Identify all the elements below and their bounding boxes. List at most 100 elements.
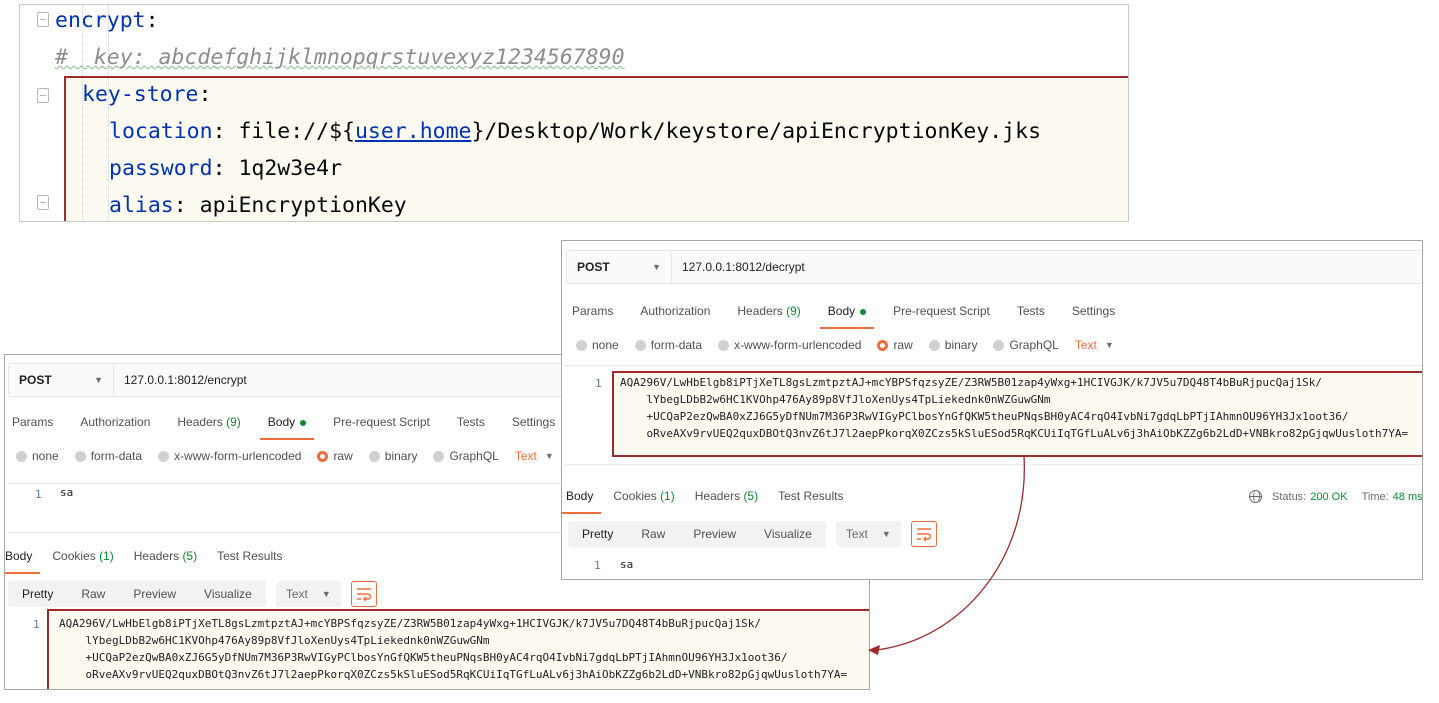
- url-input[interactable]: 127.0.0.1:8012/encrypt: [124, 364, 247, 396]
- fold-icon[interactable]: [37, 12, 49, 27]
- radio-none[interactable]: none: [576, 338, 619, 352]
- fold-icon[interactable]: [37, 88, 49, 103]
- view-mode-toggle: Pretty Raw Preview Visualize: [568, 521, 826, 547]
- response-line-1: AQA296V/LwHbElgb8iPTjXeTL8gsLzmtpztAJ+mc…: [59, 617, 761, 630]
- response-line-4: oRveAXv9rvUEQ2quxDBOtQ3nvZ6tJ7l2aepPkorq…: [59, 668, 848, 681]
- globe-icon[interactable]: [1249, 490, 1262, 503]
- view-pretty[interactable]: Pretty: [568, 521, 627, 547]
- radio-graphql[interactable]: GraphQL: [433, 449, 499, 463]
- tab-prerequest[interactable]: Pre-request Script: [893, 297, 990, 325]
- tab-prerequest[interactable]: Pre-request Script: [333, 408, 430, 436]
- tab-tests[interactable]: Tests: [457, 408, 485, 436]
- view-visualize[interactable]: Visualize: [190, 581, 266, 607]
- yaml-line-4: location: file://${user.home}/Desktop/Wo…: [109, 119, 1042, 144]
- view-raw[interactable]: Raw: [67, 581, 119, 607]
- view-visualize[interactable]: Visualize: [750, 521, 826, 547]
- wrap-lines-icon[interactable]: [350, 581, 377, 607]
- response-format-select[interactable]: Text ▼: [835, 521, 901, 547]
- fold-icon[interactable]: [37, 195, 49, 210]
- radio-raw[interactable]: raw: [317, 449, 353, 463]
- tab-params[interactable]: Params: [572, 297, 613, 325]
- body-format-select[interactable]: Text ▼: [1075, 338, 1114, 352]
- chevron-down-icon: ▼: [652, 262, 661, 272]
- radio-raw[interactable]: raw: [877, 338, 913, 352]
- line-number: 1: [594, 559, 601, 572]
- yaml-line-1: encrypt:: [55, 8, 159, 33]
- chevron-down-icon: ▼: [1104, 340, 1114, 350]
- resp-tab-headers[interactable]: Headers (5): [695, 482, 758, 510]
- request-body-text: sa: [60, 486, 74, 499]
- postman-decrypt-panel: POST ▼ 127.0.0.1:8012/decrypt Params Auth…: [561, 240, 1423, 580]
- yaml-editor[interactable]: encrypt: # key: abcdefghijklmnopqrstuvex…: [19, 4, 1129, 222]
- tab-headers[interactable]: Headers (9): [177, 408, 240, 436]
- resp-tab-test-results[interactable]: Test Results: [217, 542, 282, 570]
- method-select[interactable]: POST ▼: [9, 364, 114, 396]
- line-number: 1: [35, 488, 42, 501]
- tab-body[interactable]: Body: [819, 297, 875, 329]
- radio-graphql[interactable]: GraphQL: [993, 338, 1059, 352]
- chevron-down-icon: ▼: [881, 529, 891, 539]
- line-number: 1: [595, 377, 602, 390]
- status-value[interactable]: 200 OK: [1310, 491, 1347, 503]
- method-select[interactable]: POST ▼: [567, 251, 672, 283]
- radio-binary[interactable]: binary: [368, 449, 417, 463]
- yaml-line-6: alias: apiEncryptionKey: [109, 193, 407, 218]
- tab-headers[interactable]: Headers (9): [737, 297, 800, 325]
- response-body-text: sa: [620, 558, 634, 571]
- request-tabs: Params Authorization Headers (9) Body Pr…: [572, 297, 1142, 329]
- user-home-variable: user.home: [354, 119, 472, 144]
- tab-body[interactable]: Body: [259, 408, 315, 440]
- radio-form-data[interactable]: form-data: [74, 449, 142, 463]
- view-preview[interactable]: Preview: [679, 521, 750, 547]
- tab-authorization[interactable]: Authorization: [80, 408, 150, 436]
- chevron-down-icon: ▼: [544, 451, 554, 461]
- request-line-2: lYbegLDbB2w6HC1KVOhp476Ay89p8VfJloXenUys…: [620, 393, 1051, 406]
- tab-tests[interactable]: Tests: [1017, 297, 1045, 325]
- resp-tab-body[interactable]: Body: [5, 542, 41, 574]
- resp-tab-body[interactable]: Body: [562, 482, 602, 514]
- body-indicator-dot: [300, 419, 307, 426]
- chevron-down-icon: ▼: [321, 589, 331, 599]
- line-number: 1: [33, 618, 40, 631]
- radio-form-data[interactable]: form-data: [634, 338, 702, 352]
- request-tabs: Params Authorization Headers (9) Body Pr…: [12, 408, 582, 440]
- resp-tab-cookies[interactable]: Cookies (1): [613, 482, 674, 510]
- radio-urlencoded[interactable]: x-www-form-urlencoded: [718, 338, 861, 352]
- radio-binary[interactable]: binary: [928, 338, 977, 352]
- yaml-comment: # key: abcdefghijklmnopqrstuvexyz1234567…: [55, 45, 625, 70]
- response-tabs: Body Cookies (1) Headers (5) Test Result…: [562, 482, 863, 514]
- response-line-3: +UCQaP2ezQwBA0xZJ6G5yDfNUm7M36P3RwVIGyPC…: [59, 651, 788, 664]
- response-view-bar: Pretty Raw Preview Visualize Text ▼: [568, 521, 937, 547]
- resp-tab-headers[interactable]: Headers (5): [134, 542, 197, 570]
- tab-settings[interactable]: Settings: [1072, 297, 1115, 325]
- radio-urlencoded[interactable]: x-www-form-urlencoded: [158, 449, 301, 463]
- response-format-select[interactable]: Text ▼: [275, 581, 341, 607]
- tab-params[interactable]: Params: [12, 408, 53, 436]
- response-line-2: lYbegLDbB2w6HC1KVOhp476Ay89p8VfJloXenUys…: [59, 634, 490, 647]
- response-status: Status: 200 OK Time: 48 ms: [1249, 490, 1422, 503]
- resp-tab-test-results[interactable]: Test Results: [778, 482, 843, 510]
- view-preview[interactable]: Preview: [119, 581, 190, 607]
- response-tabs: Body Cookies (1) Headers (5) Test Result…: [5, 542, 302, 574]
- chevron-down-icon: ▼: [94, 375, 103, 385]
- body-type-radios: none form-data x-www-form-urlencoded raw…: [16, 448, 554, 464]
- view-pretty[interactable]: Pretty: [8, 581, 67, 607]
- url-input[interactable]: 127.0.0.1:8012/decrypt: [682, 251, 805, 283]
- request-line-4: oRveAXv9rvUEQ2quxDBOtQ3nvZ6tJ7l2aepPkorq…: [620, 427, 1409, 440]
- url-bar: POST ▼ 127.0.0.1:8012/decrypt: [566, 250, 1422, 284]
- editor-gutter: [20, 5, 54, 221]
- yaml-line-3: key-store:: [82, 82, 212, 107]
- resp-tab-cookies[interactable]: Cookies (1): [52, 542, 113, 570]
- tab-authorization[interactable]: Authorization: [640, 297, 710, 325]
- yaml-line-5: password: 1q2w3e4r: [109, 156, 343, 181]
- time-value[interactable]: 48 ms: [1393, 491, 1422, 503]
- radio-none[interactable]: none: [16, 449, 59, 463]
- view-mode-toggle: Pretty Raw Preview Visualize: [8, 581, 266, 607]
- view-raw[interactable]: Raw: [627, 521, 679, 547]
- tab-settings[interactable]: Settings: [512, 408, 555, 436]
- body-type-radios: none form-data x-www-form-urlencoded raw…: [576, 337, 1114, 353]
- request-line-1: AQA296V/LwHbElgb8iPTjXeTL8gsLzmtpztAJ+mc…: [620, 376, 1322, 389]
- wrap-lines-icon[interactable]: [910, 521, 937, 547]
- yaml-line-2: # key: abcdefghijklmnopqrstuvexyz1234567…: [55, 39, 1128, 76]
- body-format-select[interactable]: Text ▼: [515, 449, 554, 463]
